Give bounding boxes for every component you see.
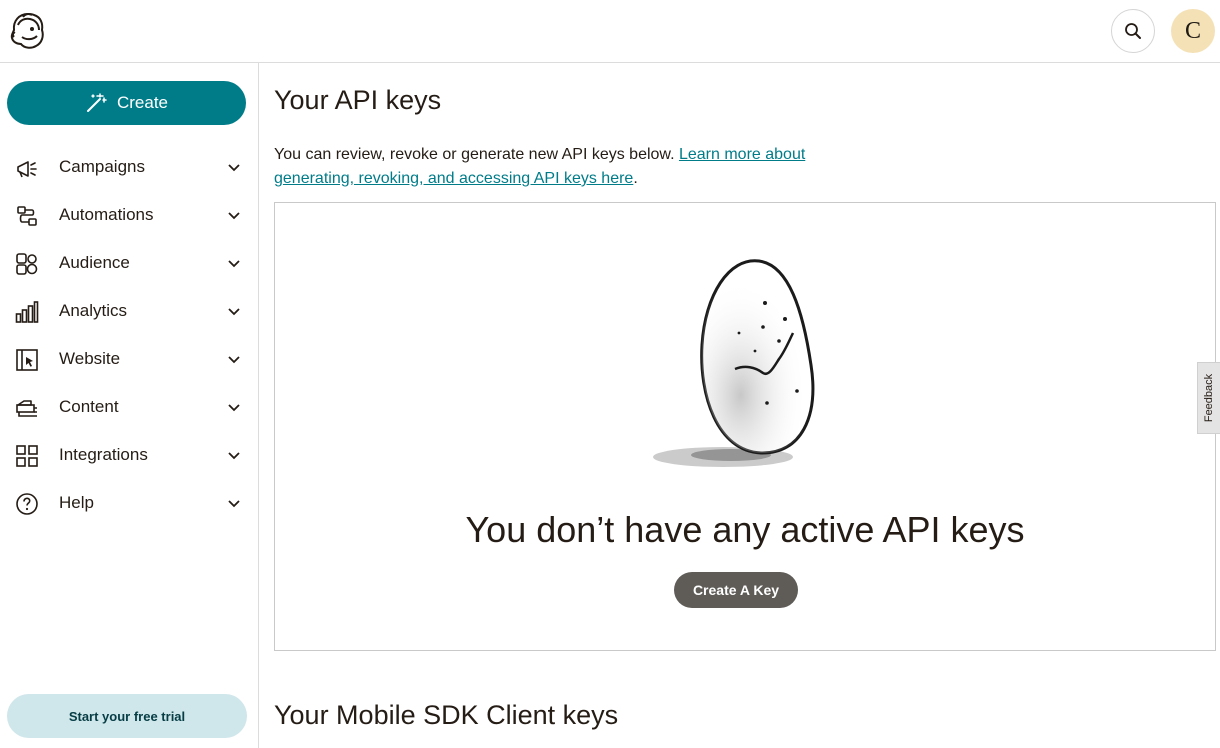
sidebar-item-label: Automations xyxy=(59,205,154,224)
mailchimp-logo-icon[interactable] xyxy=(8,11,48,51)
bar-chart-icon xyxy=(15,301,39,323)
sidebar-item-label: Integrations xyxy=(59,445,148,464)
sidebar-item-website[interactable]: Website xyxy=(0,335,258,383)
sidebar-item-content[interactable]: Content xyxy=(0,383,258,431)
help-icon xyxy=(16,493,38,515)
sidebar-item-label: Help xyxy=(59,493,94,512)
avatar-letter: C xyxy=(1184,17,1201,44)
audience-icon xyxy=(16,253,38,275)
sidebar-item-audience[interactable]: Audience xyxy=(0,239,258,287)
feedback-label: Feedback xyxy=(1203,373,1215,423)
chevron-down-icon xyxy=(228,404,240,412)
empty-state-title: You don’t have any active API keys xyxy=(465,509,1025,550)
avatar[interactable]: C xyxy=(1171,9,1215,53)
start-free-trial-button[interactable]: Start your free trial xyxy=(7,694,247,738)
api-keys-card: You don’t have any active API keys Creat… xyxy=(274,202,1216,651)
search-button[interactable] xyxy=(1111,9,1155,53)
sidebar: Create Campaigns Automations Audience An… xyxy=(0,63,259,748)
magic-wand-icon xyxy=(86,93,107,112)
website-icon xyxy=(16,349,38,371)
top-bar: C xyxy=(0,0,1220,63)
sidebar-item-integrations[interactable]: Integrations xyxy=(0,431,258,479)
chevron-down-icon xyxy=(228,164,240,172)
description-text: You can review, revoke or generate new A… xyxy=(274,146,679,163)
sidebar-item-help[interactable]: Help xyxy=(0,479,258,527)
sidebar-item-label: Analytics xyxy=(59,301,128,320)
page-description: You can review, revoke or generate new A… xyxy=(274,143,874,191)
sidebar-item-label: Website xyxy=(59,349,121,368)
chevron-down-icon xyxy=(228,356,240,364)
feedback-tab[interactable]: Feedback xyxy=(1197,362,1220,434)
chevron-down-icon xyxy=(228,212,240,220)
sdk-keys-heading: Your Mobile SDK Client keys xyxy=(274,700,619,730)
main-content: Your API keys You can review, revoke or … xyxy=(259,63,1220,748)
sidebar-item-label: Audience xyxy=(59,253,130,272)
sidebar-item-campaigns[interactable]: Campaigns xyxy=(0,143,258,191)
sidebar-item-label: Campaigns xyxy=(59,157,145,176)
description-end: . xyxy=(633,170,638,187)
sidebar-item-automations[interactable]: Automations xyxy=(0,191,258,239)
sidebar-item-analytics[interactable]: Analytics xyxy=(0,287,258,335)
create-button-label: Create xyxy=(116,93,169,112)
create-button[interactable]: Create xyxy=(7,81,246,125)
create-a-key-button[interactable]: Create A Key xyxy=(674,572,798,608)
content-icon xyxy=(16,400,37,417)
sidebar-nav: Campaigns Automations Audience Analytics… xyxy=(0,143,258,527)
egg-illustration xyxy=(653,259,815,467)
megaphone-icon xyxy=(17,161,37,178)
grid-icon xyxy=(16,445,38,467)
automations-icon xyxy=(17,206,37,226)
page-title: Your API keys xyxy=(274,85,442,115)
chevron-down-icon xyxy=(228,260,240,268)
chevron-down-icon xyxy=(228,500,240,508)
chevron-down-icon xyxy=(228,308,240,316)
search-icon xyxy=(1125,23,1141,39)
sidebar-item-label: Content xyxy=(59,397,119,416)
chevron-down-icon xyxy=(228,452,240,460)
